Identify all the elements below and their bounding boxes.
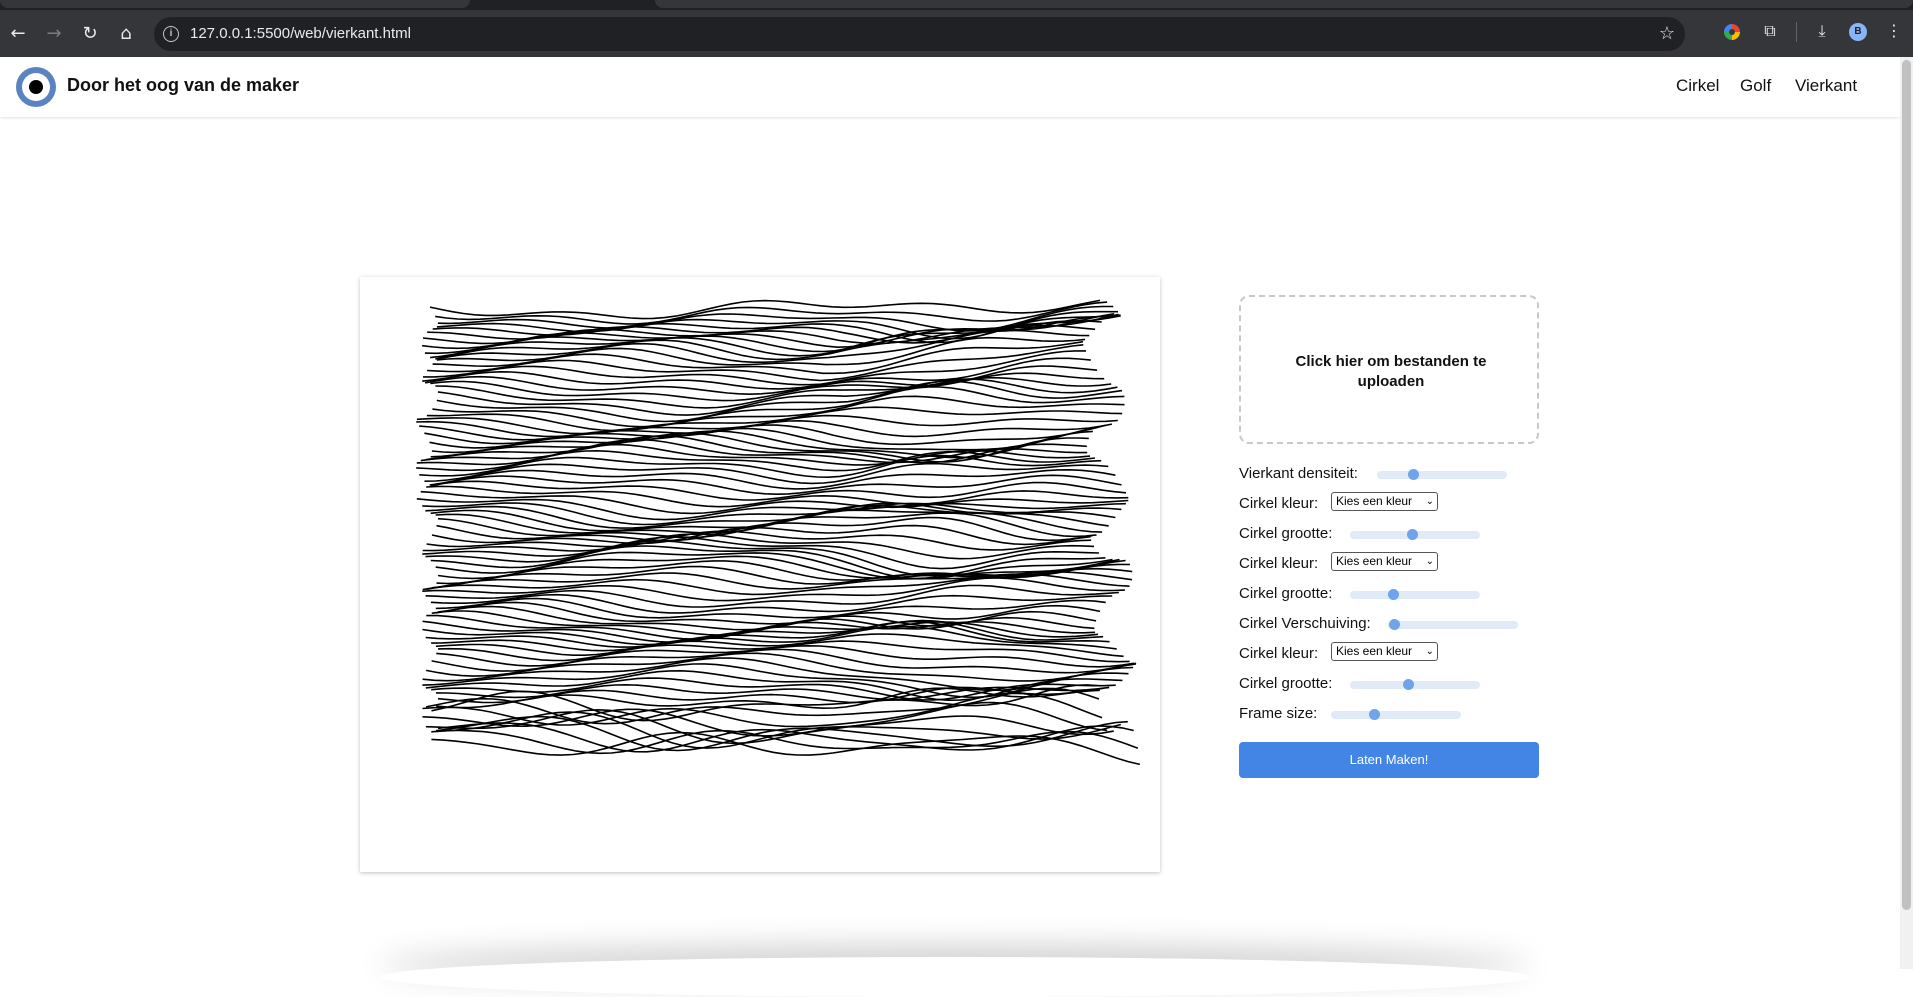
art-stroke [431, 731, 1141, 766]
profile-avatar[interactable]: B [1849, 23, 1867, 41]
slider-thumb[interactable] [1403, 679, 1414, 690]
slider-thumb[interactable] [1408, 469, 1419, 480]
cirkel-grootte-slider[interactable] [1350, 529, 1480, 540]
cirkel-kleur-label: Cirkel kleur: [1239, 495, 1319, 512]
browser-toolbar: ← → ↻ ⌂ i 127.0.0.1:5500/web/vierkant.ht… [0, 10, 1913, 57]
slider-thumb[interactable] [1407, 529, 1418, 540]
art-stroke [422, 692, 1103, 728]
line-art-drawing [416, 299, 1141, 766]
reload-icon[interactable]: ↻ [78, 22, 102, 46]
art-stroke [436, 729, 1139, 755]
forward-icon[interactable]: → [42, 22, 66, 46]
vierkant-densiteit-slider[interactable] [1377, 469, 1507, 480]
browser-chrome: ← → ↻ ⌂ i 127.0.0.1:5500/web/vierkant.ht… [0, 0, 1913, 57]
artwork-canvas[interactable] [360, 277, 1160, 872]
address-bar[interactable]: i 127.0.0.1:5500/web/vierkant.html ☆ [154, 17, 1685, 51]
cirkel-grootte-label: Cirkel grootte: [1239, 525, 1333, 542]
cirkel-verschuiving-slider[interactable] [1388, 619, 1518, 630]
art-stroke [430, 504, 1109, 532]
browser-menu-icon[interactable]: ⋮ [1884, 21, 1904, 41]
page-scrollbar[interactable] [1900, 57, 1913, 969]
cirkel-kleur-label: Cirkel kleur: [1239, 555, 1319, 572]
extensions-icon[interactable]: ⧉ [1760, 21, 1780, 41]
select-value: Kies een kleur [1336, 554, 1413, 568]
nav-link-vierkant[interactable]: Vierkant [1795, 76, 1857, 96]
nav-link-golf[interactable]: Golf [1740, 76, 1771, 96]
cirkel-grootte-label: Cirkel grootte: [1239, 675, 1333, 692]
cirkel-kleur-select[interactable]: Kies een kleur ⌄ [1331, 552, 1438, 571]
cirkel-verschuiving-label: Cirkel Verschuiving: [1239, 615, 1371, 632]
art-stroke [426, 652, 1136, 682]
cirkel-grootte-label: Cirkel grootte: [1239, 585, 1333, 602]
cirkel-kleur-select[interactable]: Kies een kleur ⌄ [1331, 492, 1438, 511]
select-value: Kies een kleur [1336, 644, 1413, 658]
bookmark-star-icon[interactable]: ☆ [1659, 23, 1675, 44]
site-info-icon[interactable]: i [163, 26, 179, 42]
chevron-down-icon: ⌄ [1425, 556, 1434, 567]
download-icon[interactable]: ⤓ [1812, 21, 1832, 41]
home-icon[interactable]: ⌂ [114, 22, 138, 46]
slider-thumb[interactable] [1388, 589, 1399, 600]
site-header: Door het oog van de maker Cirkel Golf Vi… [0, 57, 1900, 117]
back-icon[interactable]: ← [6, 22, 30, 46]
page: Door het oog van de maker Cirkel Golf Vi… [0, 57, 1913, 969]
cirkel-kleur-label: Cirkel kleur: [1239, 645, 1319, 662]
chevron-down-icon: ⌄ [1425, 646, 1434, 657]
tab-strip [0, 0, 1913, 10]
select-value: Kies een kleur [1336, 494, 1413, 508]
slider-thumb[interactable] [1389, 619, 1400, 630]
chevron-down-icon: ⌄ [1425, 496, 1434, 507]
upload-label: Click hier om bestanden te uploaden [1295, 353, 1487, 390]
browser-tab[interactable] [0, 0, 470, 8]
toolbar-separator [1796, 22, 1797, 42]
scrollbar-thumb[interactable] [1902, 60, 1911, 910]
url-text[interactable]: 127.0.0.1:5500/web/vierkant.html [190, 25, 411, 42]
art-stroke [422, 701, 1108, 737]
nav-link-cirkel[interactable]: Cirkel [1676, 76, 1719, 96]
footer-shadow [380, 957, 1530, 997]
cirkel-kleur-select[interactable]: Kies een kleur ⌄ [1331, 642, 1438, 661]
vierkant-densiteit-label: Vierkant densiteit: [1239, 465, 1358, 482]
slider-thumb[interactable] [1369, 709, 1380, 720]
cirkel-grootte-slider[interactable] [1350, 679, 1480, 690]
site-title[interactable]: Door het oog van de maker [67, 75, 299, 96]
frame-size-label: Frame size: [1239, 705, 1318, 722]
art-stroke [437, 722, 1134, 753]
art-stroke [425, 620, 1110, 648]
laten-maken-button[interactable]: Laten Maken! [1239, 742, 1539, 778]
browser-tab[interactable] [655, 0, 1913, 8]
file-upload-dropzone[interactable]: Click hier om bestanden te uploaden [1239, 295, 1539, 444]
color-extension-icon[interactable] [1724, 24, 1740, 40]
cirkel-grootte-slider[interactable] [1350, 589, 1480, 600]
frame-size-slider[interactable] [1331, 709, 1461, 720]
eye-logo-icon[interactable] [16, 67, 56, 107]
